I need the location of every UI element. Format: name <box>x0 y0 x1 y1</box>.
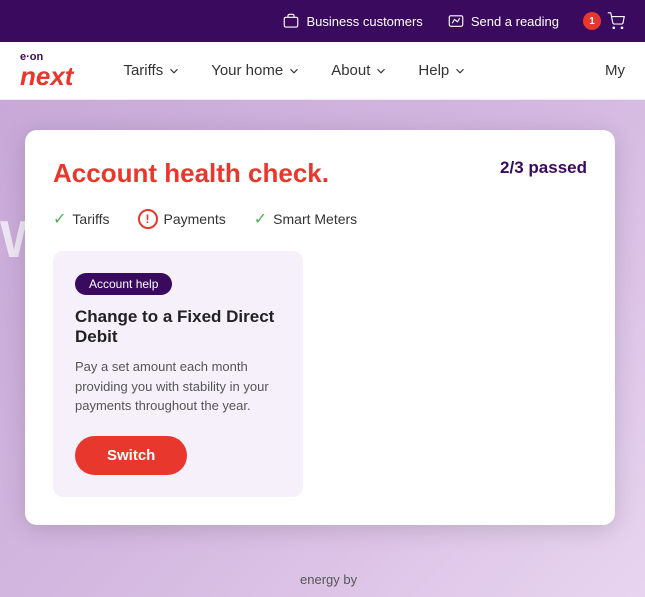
cart-icon <box>607 12 625 30</box>
account-help-card: Account help Change to a Fixed Direct De… <box>53 251 303 497</box>
check-smart-meters: ✓ Smart Meters <box>254 209 357 229</box>
notification-badge: 1 <box>583 12 601 30</box>
nav-tariffs[interactable]: Tariffs <box>123 62 181 79</box>
switch-button[interactable]: Switch <box>75 436 187 475</box>
nav-your-home[interactable]: Your home <box>211 62 301 79</box>
nav-bar: e·on next Tariffs Your home About Help M… <box>0 42 645 100</box>
check-pass-icon: ✓ <box>53 209 66 229</box>
chevron-down-icon <box>453 64 467 78</box>
meter-icon <box>447 12 465 30</box>
logo-next: next <box>20 63 73 89</box>
business-customers-label: Business customers <box>306 14 422 29</box>
check-payments: ! Payments <box>138 209 226 229</box>
business-customers-link[interactable]: Business customers <box>282 12 422 30</box>
nav-about[interactable]: About <box>331 62 388 79</box>
chevron-down-icon <box>167 64 181 78</box>
briefcase-icon <box>282 12 300 30</box>
chevron-down-icon <box>287 64 301 78</box>
nav-help[interactable]: Help <box>418 62 467 79</box>
chevron-down-icon <box>374 64 388 78</box>
checks-row: ✓ Tariffs ! Payments ✓ Smart Meters <box>53 209 587 229</box>
check-tariffs: ✓ Tariffs <box>53 209 110 229</box>
logo[interactable]: e·on next <box>20 52 73 89</box>
account-health-modal: Account health check. 2/3 passed ✓ Tarif… <box>25 130 615 525</box>
notifications-link[interactable]: 1 <box>583 12 625 30</box>
check-tariffs-label: Tariffs <box>72 211 109 227</box>
modal-header: Account health check. 2/3 passed <box>53 158 587 189</box>
card-description: Pay a set amount each month providing yo… <box>75 357 281 416</box>
modal-passed: 2/3 passed <box>500 158 587 178</box>
bottom-text: energy by <box>300 572 357 587</box>
check-pass-icon-2: ✓ <box>254 209 267 229</box>
send-reading-label: Send a reading <box>471 14 559 29</box>
send-reading-link[interactable]: Send a reading <box>447 12 559 30</box>
modal-title: Account health check. <box>53 158 329 189</box>
top-bar: Business customers Send a reading 1 <box>0 0 645 42</box>
nav-my[interactable]: My <box>605 62 625 79</box>
check-smart-meters-label: Smart Meters <box>273 211 357 227</box>
card-title: Change to a Fixed Direct Debit <box>75 307 281 347</box>
check-payments-label: Payments <box>164 211 226 227</box>
check-warn-icon: ! <box>138 209 158 229</box>
card-tag: Account help <box>75 273 172 295</box>
